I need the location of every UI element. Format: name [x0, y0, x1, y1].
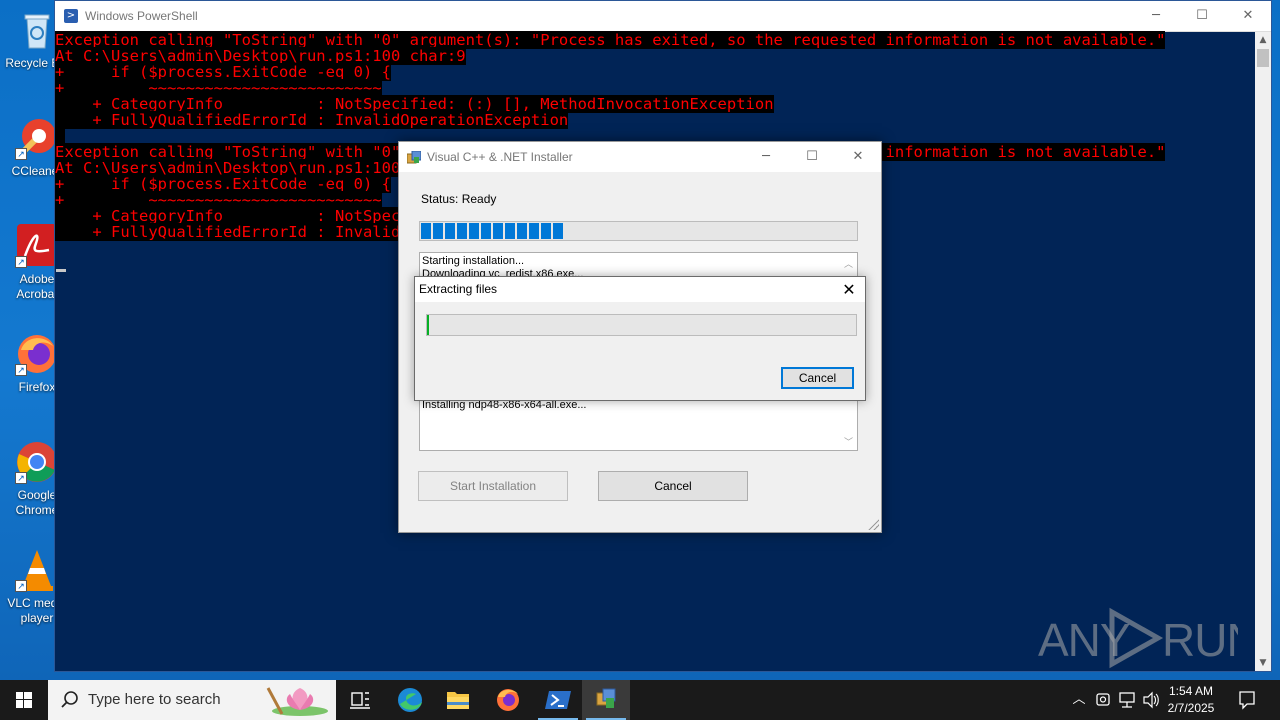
resize-grip-icon[interactable]	[867, 518, 879, 530]
console-line: At C:\Users\admin\Desktop\run.ps1:100 ch…	[55, 47, 466, 65]
recycle-bin-icon	[15, 8, 59, 52]
svg-text:ANY: ANY	[1038, 614, 1130, 666]
console-line: Exception calling "ToString" with "0" ar…	[55, 31, 1166, 49]
scrollbar-thumb[interactable]	[1257, 49, 1269, 67]
scroll-up-icon[interactable]: ▲	[1255, 32, 1271, 48]
show-hidden-icons-chevron-icon[interactable]: ︿	[1068, 680, 1090, 720]
taskbar-search[interactable]: Type here to search	[48, 680, 336, 720]
extract-cancel-button[interactable]: Cancel	[781, 367, 854, 389]
edge-icon	[398, 688, 422, 712]
console-scrollbar[interactable]: ▲ ▼	[1255, 32, 1271, 671]
taskbar-file-explorer[interactable]	[434, 680, 482, 720]
search-icon	[60, 690, 80, 710]
close-button[interactable]: ✕	[1225, 1, 1271, 31]
taskbar-firefox[interactable]	[484, 680, 532, 720]
progress-fill	[421, 223, 563, 239]
extract-progress-bar	[426, 314, 857, 336]
console-line: + CategoryInfo : NotSpecified: (:) [], M…	[55, 95, 774, 113]
maximize-button[interactable]: ☐	[1179, 1, 1225, 31]
console-line: + ~~~~~~~~~~~~~~~~~~~~~~~~~	[55, 79, 382, 97]
status-label: Status: Ready	[421, 192, 497, 206]
log-line: Starting installation...	[422, 255, 525, 267]
window-title: Windows PowerShell	[85, 9, 198, 23]
firefox-icon: ↗	[15, 332, 59, 376]
console-cursor	[56, 269, 66, 272]
powershell-titlebar[interactable]: > Windows PowerShell ─ ☐ ✕	[55, 1, 1271, 32]
taskbar-clock[interactable]: 1:54 AM 2/7/2025	[1160, 683, 1222, 717]
progress-fill	[427, 315, 429, 335]
minimize-button[interactable]: ─	[743, 142, 789, 172]
window-title: Visual C++ & .NET Installer	[427, 150, 573, 164]
defender-icon[interactable]	[1092, 680, 1114, 720]
anyrun-watermark: ANY RUN	[1038, 606, 1260, 670]
powershell-icon	[545, 691, 571, 709]
task-view-icon	[350, 692, 370, 709]
shortcut-arrow-icon: ↗	[15, 364, 27, 376]
taskbar-installer[interactable]	[582, 680, 630, 720]
maximize-button[interactable]: ☐	[789, 142, 835, 172]
lotus-search-highlight-icon	[260, 684, 330, 718]
chrome-icon: ↗	[15, 440, 59, 484]
vlc-icon: ↗	[15, 548, 59, 592]
svg-text:RUN: RUN	[1162, 614, 1238, 666]
shortcut-arrow-icon: ↗	[15, 148, 27, 160]
console-line: + if ($process.ExitCode -eq 0) {	[55, 175, 391, 193]
adobe-acrobat-icon: ↗	[15, 224, 59, 268]
folder-icon	[447, 692, 469, 709]
installer-titlebar[interactable]: Visual C++ & .NET Installer ─ ☐ ✕	[399, 142, 881, 172]
dialog-titlebar[interactable]: Extracting files ✕	[415, 277, 865, 302]
network-icon[interactable]	[1116, 680, 1138, 720]
cancel-button[interactable]: Cancel	[598, 471, 748, 501]
installer-app-icon	[406, 150, 422, 164]
console-line	[55, 128, 65, 144]
powershell-icon: >	[64, 9, 78, 23]
console-line: + FullyQualifiedErrorId : InvalidOperati…	[55, 111, 569, 129]
taskbar-powershell[interactable]	[534, 680, 582, 720]
shortcut-arrow-icon: ↗	[15, 472, 27, 484]
clock-date: 2/7/2025	[1167, 701, 1215, 715]
windows-logo-icon	[16, 692, 32, 708]
console-line: + if ($process.ExitCode -eq 0) {	[55, 63, 391, 81]
notifications-icon[interactable]	[1234, 680, 1260, 720]
shortcut-arrow-icon: ↗	[15, 580, 27, 592]
task-view-button[interactable]	[336, 680, 384, 720]
start-button[interactable]	[0, 680, 48, 720]
close-button[interactable]: ✕	[835, 142, 881, 172]
ccleaner-icon: ↗	[15, 116, 59, 160]
minimize-button[interactable]: ─	[1133, 1, 1179, 31]
console-line: + ~~~~~~~~~~~~~~~~~~~~~~~~~	[55, 191, 382, 209]
extracting-dialog[interactable]: Extracting files ✕ Cancel	[414, 276, 866, 401]
firefox-icon	[497, 689, 519, 711]
search-placeholder: Type here to search	[88, 691, 221, 708]
installer-progress-bar	[419, 221, 858, 241]
taskbar-edge[interactable]	[386, 680, 434, 720]
taskbar: Type here to search ︿ 1:54 AM 2/7/2025	[0, 680, 1280, 720]
scroll-up-icon[interactable]: ︿	[840, 257, 857, 270]
scroll-down-icon[interactable]: ▼	[1255, 655, 1271, 671]
volume-icon[interactable]	[1140, 680, 1162, 720]
shortcut-arrow-icon: ↗	[15, 256, 27, 268]
start-installation-button[interactable]: Start Installation	[418, 471, 568, 501]
installer-app-icon	[596, 688, 616, 708]
dialog-title: Extracting files	[419, 282, 498, 296]
close-icon[interactable]: ✕	[839, 280, 859, 300]
clock-time: 1:54 AM	[1168, 684, 1214, 698]
scroll-down-icon[interactable]: ﹀	[840, 435, 857, 448]
